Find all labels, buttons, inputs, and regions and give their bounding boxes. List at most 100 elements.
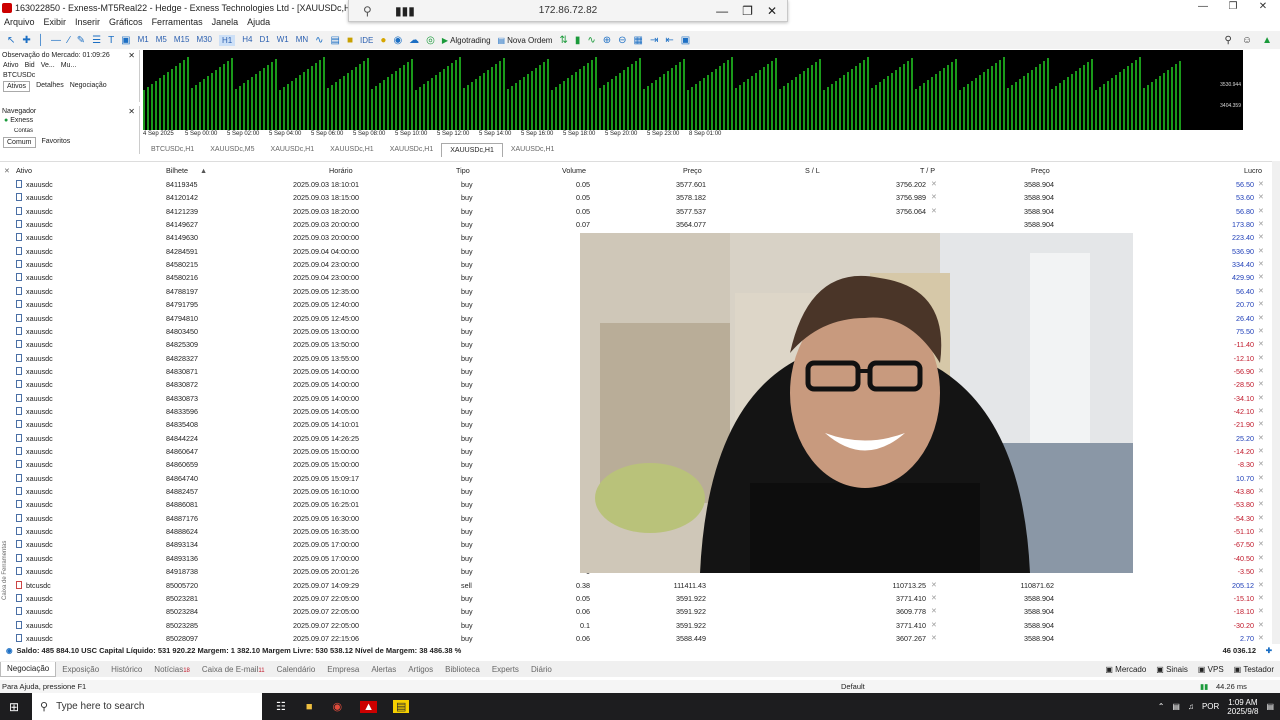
price-chart[interactable]: 3530.944 3404.359 — [143, 50, 1243, 130]
chart-tab-3[interactable]: XAUUSDc,H1 — [322, 143, 382, 157]
rdp-minimize-icon[interactable]: — — [716, 4, 728, 18]
close-position-icon[interactable]: ✕ — [1258, 354, 1264, 362]
chart-tab-4[interactable]: XAUUSDc,H1 — [382, 143, 442, 157]
timeframe-mn[interactable]: MN — [296, 35, 308, 46]
close-position-icon[interactable]: ✕ — [1258, 420, 1264, 428]
toolbox-tab-7[interactable]: Alertas — [365, 665, 402, 674]
toolbox-tab-0[interactable]: Negociação — [0, 661, 57, 677]
market-col-0[interactable]: Ativo — [3, 61, 19, 71]
close-position-icon[interactable]: ✕ — [1258, 447, 1264, 455]
trendline-icon[interactable]: ∕ — [68, 35, 70, 46]
signal-tower-icon[interactable]: ◉ — [393, 35, 402, 46]
rdp-restore-icon[interactable]: ❐ — [742, 4, 753, 18]
col-horario[interactable]: Horário — [329, 166, 353, 175]
remove-tp-icon[interactable]: ✕ — [931, 193, 937, 201]
market-col-3[interactable]: Mu... — [61, 61, 77, 71]
table-row[interactable]: xauusdc 85023284 2025.09.07 22:05:00 buy 0.0… — [0, 605, 1272, 618]
table-row[interactable]: xauusdc 84120142 2025.09.03 18:15:00 buy 0.0… — [0, 191, 1272, 204]
notes-icon[interactable]: ▤ — [393, 700, 410, 713]
menu-item-3[interactable]: Gráficos — [109, 17, 143, 27]
timeframe-m30[interactable]: M30 — [196, 35, 212, 46]
market-tab-1[interactable]: Detalhes — [36, 81, 64, 92]
close-position-icon[interactable]: ✕ — [1258, 554, 1264, 562]
close-position-icon[interactable]: ✕ — [1258, 607, 1264, 615]
col-tipo[interactable]: Tipo — [456, 166, 470, 175]
table-row[interactable]: xauusdc 85023285 2025.09.07 22:05:00 buy 0.1… — [0, 619, 1272, 632]
close-position-icon[interactable]: ✕ — [1258, 434, 1264, 442]
market-col-1[interactable]: Bid — [25, 61, 35, 71]
close-position-icon[interactable]: ✕ — [1258, 621, 1264, 629]
close-position-icon[interactable]: ✕ — [1258, 460, 1264, 468]
col-ativo[interactable]: Ativo — [16, 166, 32, 175]
clock-date[interactable]: 2025/9/8 — [1227, 707, 1258, 716]
toolbox-tab-3[interactable]: Notícias18 — [148, 665, 196, 674]
vps-icon[interactable]: ◎ — [426, 35, 435, 46]
timeframe-d1[interactable]: D1 — [259, 35, 269, 46]
close-position-icon[interactable]: ✕ — [1258, 474, 1264, 482]
remove-tp-icon[interactable]: ✕ — [931, 594, 937, 602]
close-panel-icon[interactable]: ✕ — [4, 166, 10, 175]
close-position-icon[interactable]: ✕ — [1258, 540, 1264, 548]
template-icon[interactable]: ■ — [347, 35, 353, 46]
taskbar-search[interactable]: ⚲ Type here to search — [32, 693, 262, 720]
chart-type-icon[interactable]: ∿ — [315, 35, 323, 46]
new-order-button[interactable]: ▤ Nova Ordem — [498, 36, 553, 45]
close-position-icon[interactable]: ✕ — [1258, 314, 1264, 322]
ide-button[interactable]: IDE — [360, 36, 373, 45]
navigator-item-accounts[interactable]: Contas — [0, 128, 139, 137]
cloud-icon[interactable]: ☁ — [409, 35, 419, 46]
navigator-tab-1[interactable]: Favoritos — [42, 137, 71, 148]
chrome-icon[interactable]: ◉ — [333, 700, 343, 713]
chart-tab-0[interactable]: BTCUSDc,H1 — [143, 143, 202, 157]
bar-chart-icon[interactable]: ▮ — [575, 35, 581, 46]
grid-icon[interactable]: ▦ — [634, 35, 643, 46]
timeframe-m5[interactable]: M5 — [156, 35, 167, 46]
metatrader-icon[interactable]: ▲ — [360, 700, 378, 713]
pen-icon[interactable]: ✎ — [77, 35, 85, 46]
autoscroll-icon[interactable]: ⇥ — [650, 35, 658, 46]
shapes-icon[interactable]: ▣ — [121, 35, 130, 46]
close-position-icon[interactable]: ✕ — [1258, 500, 1264, 508]
crosshair-icon[interactable]: ✚ — [22, 35, 30, 46]
close-position-icon[interactable]: ✕ — [1258, 514, 1264, 522]
task-view-icon[interactable]: ☷ — [276, 700, 286, 713]
add-icon[interactable]: ✚ — [1266, 646, 1272, 655]
table-row[interactable]: xauusdc 84121239 2025.09.03 18:20:00 buy 0.0… — [0, 205, 1272, 218]
language-indicator[interactable]: POR — [1202, 702, 1219, 711]
table-row[interactable]: btcusdc 85005720 2025.09.07 14:09:29 sell 0.… — [0, 579, 1272, 592]
close-position-icon[interactable]: ✕ — [1258, 527, 1264, 535]
close-icon[interactable]: ✕ — [128, 50, 135, 61]
market-col-2[interactable]: Ve... — [41, 61, 55, 71]
toolbox-tab-5[interactable]: Calendário — [271, 665, 322, 674]
col-bilhete[interactable]: Bilhete — [166, 166, 188, 175]
navigator-item-exness[interactable]: ● Exness — [0, 117, 139, 128]
toolbox-tab-8[interactable]: Artigos — [402, 665, 439, 674]
account-icon[interactable]: ☺ — [1242, 35, 1252, 46]
col-preco-atual[interactable]: Preço — [1031, 166, 1050, 175]
remove-tp-icon[interactable]: ✕ — [931, 621, 937, 629]
col-lucro[interactable]: Lucro — [1244, 166, 1262, 175]
close-position-icon[interactable]: ✕ — [1258, 220, 1264, 228]
close-position-icon[interactable]: ✕ — [1258, 380, 1264, 388]
close-icon[interactable]: ✕ — [1248, 0, 1278, 15]
col-tp[interactable]: T / P — [920, 166, 935, 175]
cursor-icon[interactable]: ↖ — [7, 35, 15, 46]
menu-item-1[interactable]: Exibir — [44, 17, 67, 27]
toolbox-tab-4[interactable]: Caixa de E-mail11 — [196, 665, 271, 674]
col-volume[interactable]: Volume — [562, 166, 586, 175]
close-position-icon[interactable]: ✕ — [1258, 634, 1264, 642]
clock-time[interactable]: 1:09 AM — [1228, 698, 1257, 707]
remove-tp-icon[interactable]: ✕ — [931, 581, 937, 589]
vps-button[interactable]: ▣ VPS — [1198, 665, 1224, 674]
toolbox-tab-1[interactable]: Exposição — [56, 665, 105, 674]
col-preco[interactable]: Preço — [683, 166, 702, 175]
close-position-icon[interactable]: ✕ — [1258, 260, 1264, 268]
channels-icon[interactable]: ☰ — [92, 35, 101, 46]
chart-tab-2[interactable]: XAUUSDc,H1 — [263, 143, 323, 157]
close-position-icon[interactable]: ✕ — [1258, 340, 1264, 348]
restore-icon[interactable]: ❐ — [1218, 0, 1248, 15]
toolbox-tab-9[interactable]: Biblioteca — [439, 665, 486, 674]
table-row[interactable]: xauusdc 84119345 2025.09.03 18:10:01 buy 0.0… — [0, 178, 1272, 191]
close-position-icon[interactable]: ✕ — [1258, 273, 1264, 281]
col-sl[interactable]: S / L — [805, 166, 820, 175]
